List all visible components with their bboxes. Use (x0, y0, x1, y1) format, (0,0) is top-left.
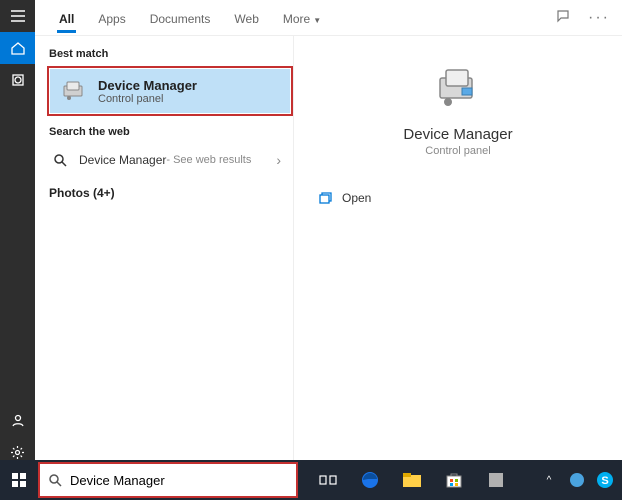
section-photos[interactable]: Photos (4+) (47, 176, 293, 210)
chevron-down-icon: ▼ (313, 16, 321, 25)
app-icon[interactable] (478, 460, 514, 500)
feedback-icon[interactable] (556, 9, 570, 27)
tray-chevron-icon[interactable]: ^ (538, 469, 560, 491)
web-result-item[interactable]: Device Manager - See web results › (47, 144, 293, 176)
highlight-annotation: Device Manager Control panel (47, 66, 293, 116)
task-view-icon[interactable] (310, 460, 346, 500)
best-match-title: Device Manager (98, 78, 197, 93)
tab-more[interactable]: More▼ (271, 4, 333, 32)
account-icon[interactable] (0, 404, 35, 436)
search-icon (48, 473, 62, 487)
search-input[interactable] (70, 473, 288, 488)
web-result-subtitle: - See web results (166, 154, 251, 166)
open-icon (318, 191, 332, 205)
tab-documents[interactable]: Documents (138, 4, 223, 32)
taskbar: ^ S (0, 460, 622, 500)
hamburger-icon[interactable] (0, 0, 35, 32)
edge-icon[interactable] (352, 460, 388, 500)
tab-web[interactable]: Web (222, 4, 270, 32)
start-button[interactable] (0, 460, 38, 500)
detail-title: Device Manager (314, 126, 602, 143)
detail-pane: Device Manager Control panel Open (293, 36, 622, 500)
chevron-right-icon: › (276, 152, 287, 168)
tray-app-icon[interactable] (566, 469, 588, 491)
section-search-web: Search the web (47, 122, 293, 144)
detail-device-manager-icon (434, 64, 482, 112)
search-box-highlight (38, 462, 298, 498)
recent-icon[interactable] (0, 64, 35, 96)
open-action[interactable]: Open (314, 185, 602, 211)
tab-all[interactable]: All (47, 4, 86, 32)
file-explorer-icon[interactable] (394, 460, 430, 500)
search-tabs: All Apps Documents Web More▼ ··· (35, 0, 622, 36)
search-icon (53, 153, 71, 167)
best-match-subtitle: Control panel (98, 93, 197, 105)
open-label: Open (342, 191, 371, 205)
best-match-result[interactable]: Device Manager Control panel (50, 69, 290, 113)
detail-subtitle: Control panel (314, 145, 602, 157)
web-result-text: Device Manager (79, 153, 166, 167)
more-options-icon[interactable]: ··· (588, 9, 610, 27)
home-icon[interactable] (0, 32, 35, 64)
section-best-match: Best match (47, 44, 293, 66)
svg-text:S: S (601, 475, 608, 487)
skype-icon[interactable]: S (594, 469, 616, 491)
device-manager-icon (60, 77, 88, 105)
tab-apps[interactable]: Apps (86, 4, 137, 32)
store-icon[interactable] (436, 460, 472, 500)
navigation-rail (0, 0, 35, 500)
